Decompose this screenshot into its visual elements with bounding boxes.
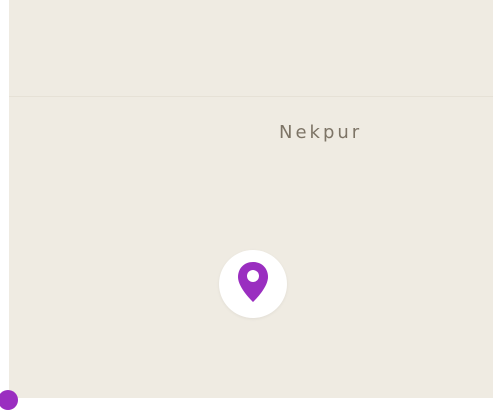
location-pin-icon (238, 262, 268, 302)
place-label-nekpur: Nekpur (279, 122, 363, 143)
location-marker[interactable] (219, 250, 287, 318)
map-view-frame: Nekpur (0, 0, 493, 410)
map-canvas[interactable]: Nekpur (9, 0, 493, 398)
partial-location-marker[interactable] (0, 390, 18, 410)
map-boundary-line (9, 96, 493, 97)
